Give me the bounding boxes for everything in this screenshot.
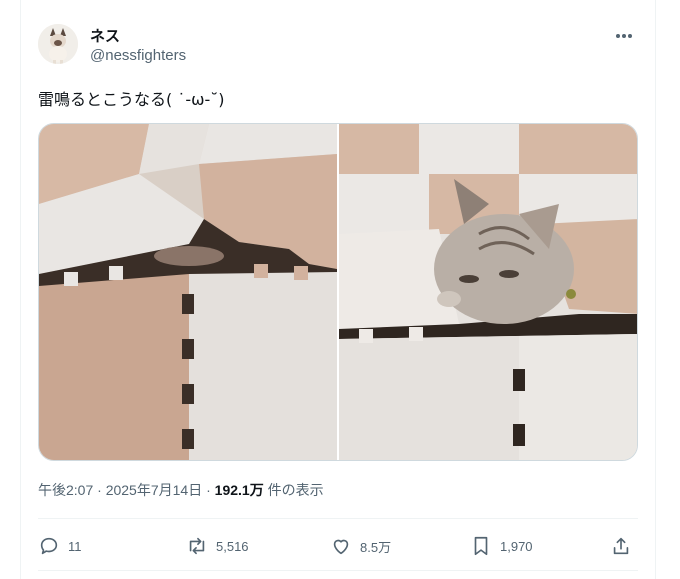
author-handle[interactable]: @nessfighters [90,47,186,64]
retweet-count: 5,516 [216,538,249,554]
share-icon [613,537,629,555]
cat-under-foam-mat-photo[interactable] [39,124,337,461]
divider [38,570,638,571]
cat-peeking-from-foam-mat-photo[interactable] [339,124,638,461]
retweet-icon [189,537,205,555]
tweet-time[interactable]: 午後2:07 [38,482,93,498]
retweet-button[interactable]: 5,516 [186,531,249,561]
tweet-meta: 午後2:07 · 2025年7月14日 · 192.1万 件の表示 [38,480,324,500]
author-display-name[interactable]: ネス [90,25,120,46]
views-label: 件の表示 [267,482,324,498]
like-button[interactable]: 8.5万 [330,531,391,561]
meta-separator: · [97,482,102,498]
cat-avatar-icon [38,24,78,64]
bookmark-icon [474,536,488,556]
dots-icon [616,34,632,38]
bookmark-count: 1,970 [500,538,533,554]
meta-separator: · [206,482,211,498]
reply-button[interactable]: 11 [38,531,82,561]
bookmark-button[interactable]: 1,970 [470,531,533,561]
share-button[interactable] [610,531,640,561]
heart-icon [333,539,349,555]
reply-icon [40,537,58,555]
tweet-date[interactable]: 2025年7月14日 [106,482,203,498]
more-options-icon[interactable] [612,26,636,46]
media-grid [38,123,638,461]
author-avatar[interactable] [38,24,78,64]
like-count: 8.5万 [360,539,392,555]
reply-count: 11 [68,538,82,554]
views-count: 192.1万 [214,482,264,498]
divider [38,518,638,519]
action-bar: 11 5,516 8.5万 1,970 [38,531,638,561]
tweet-text: 雷鳴るとこうなる( ˙-ω-˘) [38,90,225,109]
